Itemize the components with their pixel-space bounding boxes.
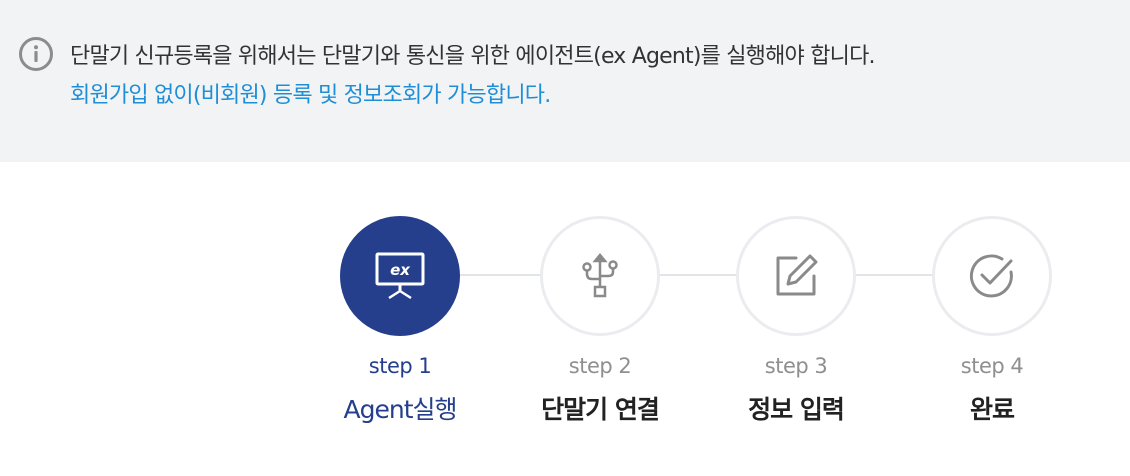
svg-text:ex: ex xyxy=(390,261,411,279)
check-circle-icon xyxy=(969,254,1013,298)
step-1-title: Agent실행 xyxy=(343,395,458,424)
step-connector xyxy=(854,274,934,276)
notice-guest-text: 회원가입 없이(비회원) 등록 및 정보조회가 가능합니다. xyxy=(70,83,551,108)
step-4-label: step 4 xyxy=(960,354,1024,378)
notice-box: 단말기 신규등록을 위해서는 단말기와 통신을 위한 에이전트(ex Agent… xyxy=(0,0,1130,162)
notice-text: 단말기 신규등록을 위해서는 단말기와 통신을 위한 에이전트(ex Agent… xyxy=(70,44,876,69)
step-progress: ex step 1 Agent실행 step 2 단말기 연결 step 3 정… xyxy=(0,162,1130,476)
step-connector xyxy=(460,274,540,276)
step-1-label: step 1 xyxy=(368,354,432,378)
step-3-circle xyxy=(736,216,856,336)
monitor-ex-icon: ex xyxy=(375,252,425,300)
step-connector xyxy=(658,274,738,276)
step-4-title: 완료 xyxy=(969,395,1015,424)
edit-icon xyxy=(776,254,818,296)
step-2-title: 단말기 연결 xyxy=(541,395,660,424)
step-2-circle xyxy=(540,216,660,336)
step-2-label: step 2 xyxy=(568,354,632,378)
step-3-title: 정보 입력 xyxy=(748,395,845,424)
step-4-circle xyxy=(932,216,1052,336)
step-3-label: step 3 xyxy=(764,354,828,378)
step-1-circle: ex xyxy=(340,216,460,336)
usb-icon xyxy=(582,253,618,298)
info-icon xyxy=(19,37,53,71)
